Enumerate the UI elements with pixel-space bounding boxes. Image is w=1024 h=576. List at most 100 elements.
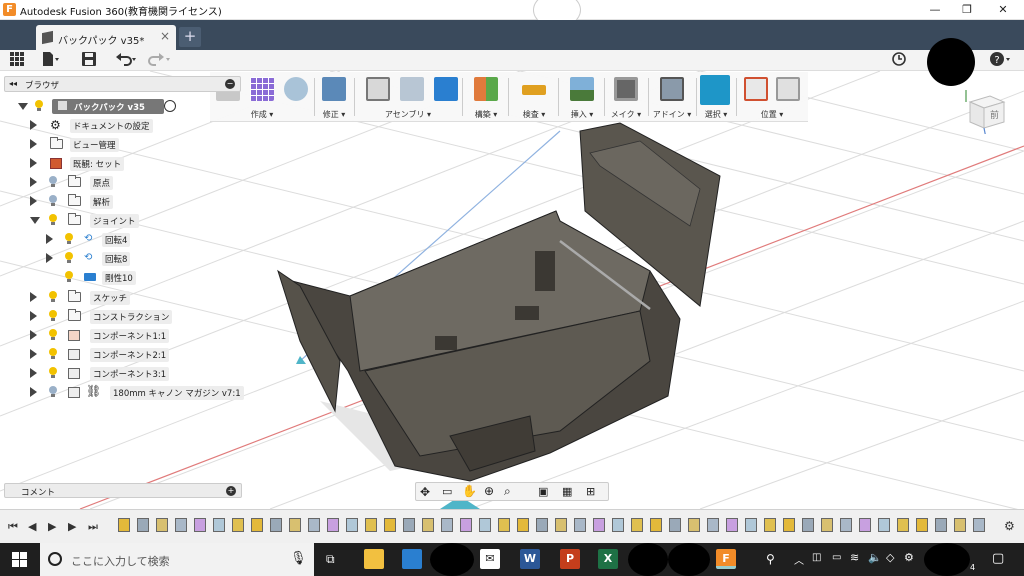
tree-item-sets[interactable]: 既観: セット — [30, 155, 230, 172]
tree-item-analysis[interactable]: 解析 — [30, 193, 230, 210]
comments-panel[interactable]: コメント + — [4, 483, 242, 498]
hidden-bulb-icon[interactable] — [48, 176, 58, 188]
maximize-button[interactable]: ❐ — [950, 0, 984, 20]
timeline-feature-icon[interactable] — [137, 518, 149, 532]
visibility-bulb-icon[interactable] — [48, 348, 58, 360]
timeline-feature-icon[interactable] — [783, 518, 795, 532]
timeline-feature-icon[interactable] — [384, 518, 396, 532]
joint-icon[interactable] — [400, 77, 424, 101]
tree-item-construction[interactable]: コンストラクション — [30, 308, 230, 325]
fusion-taskbar-icon[interactable]: F — [716, 549, 736, 569]
visibility-bulb-icon[interactable] — [48, 329, 58, 341]
timeline-feature-icon[interactable] — [118, 518, 130, 532]
timeline-feature-icon[interactable] — [840, 518, 852, 532]
data-panel-grid-icon[interactable] — [10, 52, 24, 69]
expand-arrow-icon[interactable] — [30, 387, 37, 397]
volume-icon[interactable]: 🔈 — [868, 551, 882, 564]
form-grid-icon[interactable] — [250, 77, 274, 101]
tree-item-document-settings[interactable]: ⚙ ドキュメントの設定 — [30, 117, 230, 134]
visibility-bulb-icon[interactable] — [64, 252, 74, 264]
timeline-feature-icon[interactable] — [935, 518, 947, 532]
timeline-feature-icon[interactable] — [270, 518, 282, 532]
timeline-feature-icon[interactable] — [346, 518, 358, 532]
new-tab-button[interactable]: + — [179, 27, 201, 47]
close-window-button[interactable]: ✕ — [986, 0, 1020, 20]
timeline-feature-icon[interactable] — [726, 518, 738, 532]
word-icon[interactable]: W — [520, 549, 540, 569]
visibility-bulb-icon[interactable] — [64, 233, 74, 245]
battery-icon[interactable]: ▭ — [832, 552, 841, 563]
task-view-icon[interactable]: ⧉ — [326, 552, 335, 567]
timeline-feature-icon[interactable] — [479, 518, 491, 532]
fit-zoom-icon[interactable]: ⌕ — [504, 484, 511, 499]
orbit-icon[interactable]: ✥ — [420, 485, 430, 499]
action-center-icon[interactable]: ▢ — [992, 551, 1004, 566]
timeline-feature-icon[interactable] — [878, 518, 890, 532]
timeline-feature-icon[interactable] — [973, 518, 985, 532]
expand-arrow-icon[interactable] — [30, 177, 37, 187]
expand-arrow-icon[interactable] — [30, 330, 37, 340]
position-menu[interactable]: 位置 ▾ — [738, 109, 806, 120]
timeline-feature-icon[interactable] — [916, 518, 928, 532]
timeline-feature-icon[interactable] — [612, 518, 624, 532]
expand-arrow-icon[interactable] — [30, 349, 37, 359]
activate-radio-icon[interactable] — [164, 100, 176, 112]
tree-item-revolve4[interactable]: ⟲ 回転4 — [46, 231, 236, 248]
revert-position-icon[interactable] — [776, 77, 800, 101]
expand-arrow-icon[interactable] — [30, 196, 37, 206]
tree-item-named-views[interactable]: ビュー管理 — [30, 136, 230, 153]
store-icon[interactable] — [402, 549, 422, 569]
timeline-feature-icon[interactable] — [365, 518, 377, 532]
timeline-feature-icon[interactable] — [688, 518, 700, 532]
tree-item-component3[interactable]: コンポーネント3:1 — [30, 365, 230, 382]
timeline-feature-icon[interactable] — [156, 518, 168, 532]
tree-item-rigid10[interactable]: 剛性10 — [46, 269, 236, 286]
tree-item-sketches[interactable]: スケッチ — [30, 289, 230, 306]
excel-icon[interactable]: X — [598, 549, 618, 569]
minus-icon[interactable]: − — [225, 79, 235, 89]
timeline-feature-icon[interactable] — [821, 518, 833, 532]
redo-icon[interactable] — [148, 52, 172, 69]
timeline-feature-icon[interactable] — [954, 518, 966, 532]
3d-print-icon[interactable] — [614, 77, 638, 101]
settings-tray-icon[interactable]: ⚙ — [904, 551, 914, 564]
timeline-feature-icon[interactable] — [707, 518, 719, 532]
tree-item-linked-magazine[interactable]: ⛓ 180mm キャノン マガジン v7:1 — [30, 384, 244, 401]
file-explorer-icon[interactable] — [364, 549, 384, 569]
hidden-bulb-icon[interactable] — [48, 386, 58, 398]
pan-hand-icon[interactable]: ✋ — [462, 484, 477, 498]
inspect-menu[interactable]: 検査 ▾ — [512, 109, 556, 120]
timeline-feature-icon[interactable] — [422, 518, 434, 532]
zoom-icon[interactable]: ⊕ — [484, 484, 494, 498]
timeline-feature-icon[interactable] — [194, 518, 206, 532]
capture-position-icon[interactable] — [744, 77, 768, 101]
grid-settings-icon[interactable]: ▦ — [562, 485, 572, 498]
timeline-feature-icon[interactable] — [460, 518, 472, 532]
insert-image-icon[interactable] — [570, 77, 594, 101]
browser-panel-header[interactable]: ◂◂ ブラウザ − — [4, 76, 241, 92]
timeline-feature-icon[interactable] — [232, 518, 244, 532]
mail-icon[interactable]: ✉ — [480, 549, 500, 569]
timeline-feature-icon[interactable] — [536, 518, 548, 532]
press-pull-icon[interactable] — [322, 77, 346, 101]
tree-item-component1[interactable]: コンポーネント1:1 — [30, 327, 230, 344]
offset-plane-icon[interactable] — [474, 77, 498, 101]
timeline-feature-icon[interactable] — [517, 518, 529, 532]
tree-item-revolve8[interactable]: ⟲ 回転8 — [46, 250, 236, 267]
timeline-feature-icon[interactable] — [745, 518, 757, 532]
expand-arrow-icon[interactable] — [46, 234, 53, 244]
dropbox-icon[interactable]: ◇ — [886, 551, 894, 564]
play-icon[interactable]: ▶ — [48, 520, 56, 533]
add-comment-icon[interactable]: + — [226, 486, 236, 496]
visibility-bulb-icon[interactable] — [34, 100, 44, 112]
tree-item-joints[interactable]: ジョイント — [30, 212, 230, 229]
taskbar-search-box[interactable]: ここに入力して検索 🎙 — [40, 543, 314, 576]
document-tab[interactable]: バックパック v35* × — [36, 25, 176, 50]
minimize-button[interactable]: — — [918, 0, 952, 20]
collapse-arrow-icon[interactable] — [18, 103, 28, 110]
expand-arrow-icon[interactable] — [30, 139, 37, 149]
construct-menu[interactable]: 構築 ▾ — [466, 109, 506, 120]
timeline-feature-icon[interactable] — [555, 518, 567, 532]
visibility-bulb-icon[interactable] — [48, 367, 58, 379]
view-cube[interactable]: 前 — [962, 88, 1008, 139]
